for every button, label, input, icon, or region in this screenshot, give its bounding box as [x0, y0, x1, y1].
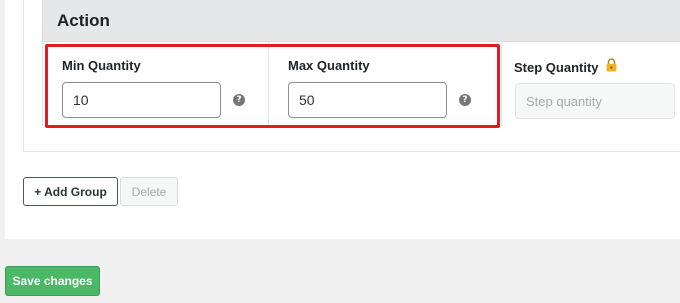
- step-quantity-label: Step Quantity: [514, 60, 599, 75]
- step-quantity-input[interactable]: [515, 83, 675, 119]
- column-divider: [501, 42, 502, 126]
- min-quantity-input[interactable]: [62, 82, 221, 118]
- max-quantity-help-icon[interactable]: ?: [459, 94, 471, 106]
- delete-button[interactable]: Delete: [120, 177, 178, 206]
- max-quantity-label: Max Quantity: [288, 58, 370, 73]
- save-changes-button[interactable]: Save changes: [5, 266, 100, 296]
- lock-icon: [606, 58, 617, 72]
- min-quantity-help-icon[interactable]: ?: [233, 94, 245, 106]
- min-quantity-label: Min Quantity: [62, 58, 141, 73]
- add-group-button[interactable]: + Add Group: [23, 177, 118, 206]
- action-title: Action: [57, 11, 110, 30]
- max-quantity-input[interactable]: [288, 82, 447, 118]
- column-divider: [268, 42, 269, 126]
- action-header: Action: [42, 0, 680, 42]
- quantity-fields-row: Min Quantity ? Max Quantity ? Step Quant…: [42, 42, 680, 126]
